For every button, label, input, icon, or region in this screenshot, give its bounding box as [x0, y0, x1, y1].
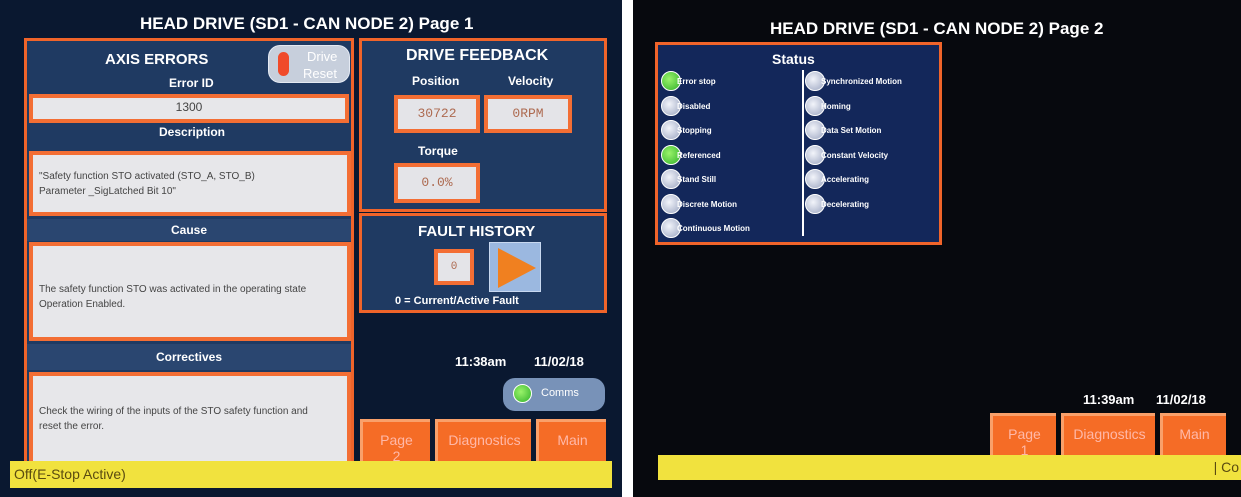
diagnostics-button[interactable]: Diagnostics [435, 419, 531, 461]
main-button[interactable]: Main [536, 419, 606, 461]
page-1-button[interactable]: Page 1 [990, 413, 1056, 458]
next-fault-button[interactable] [489, 242, 541, 292]
page-title: HEAD DRIVE (SD1 - CAN NODE 2) Page 2 [770, 19, 1104, 38]
page-label: Page [1008, 426, 1041, 442]
torque-value: 0.0% [394, 163, 480, 203]
axis-errors-title: AXIS ERRORS [105, 51, 209, 68]
cause-label: Cause [27, 219, 351, 241]
fault-history-title: FAULT HISTORY [418, 223, 536, 240]
reset-indicator-icon [278, 52, 289, 76]
correctives-label: Correctives [27, 344, 351, 370]
cause-field: The safety function STO was activated in… [29, 242, 351, 341]
clock-time: 11:39am [1083, 392, 1135, 407]
synchronized-motion-label: Synchronized Motion [821, 77, 902, 86]
clock-date: 11/02/18 [1156, 392, 1206, 407]
status-bar: | Co [658, 455, 1241, 480]
clock-time: 11:38am [455, 354, 507, 369]
status-divider [802, 70, 804, 236]
correctives-line-2: reset the error. [39, 421, 105, 432]
velocity-label: Velocity [508, 74, 554, 88]
disabled-label: Disabled [677, 101, 711, 111]
description-field: "Safety function STO activated (STO_A, S… [29, 151, 351, 216]
fault-index-value: 0 [434, 249, 474, 285]
homing-label: Homing [821, 101, 851, 111]
play-arrow-icon [498, 248, 536, 288]
page-label: Page [380, 432, 413, 448]
status-panel: Status Error stop Disabled Stopping Referen… [655, 42, 942, 245]
drive-reset-label-2: Reset [303, 66, 337, 81]
comms-label: Comms [541, 387, 579, 399]
hmi-screen-page-2: HEAD DRIVE (SD1 - CAN NODE 2) Page 2 Sta… [633, 0, 1241, 497]
status-title: Status [772, 51, 815, 67]
status-bar: Off(E-Stop Active) [10, 461, 612, 488]
referenced-label: Referenced [677, 150, 721, 160]
comms-status-led [513, 384, 532, 403]
fault-history-note: 0 = Current/Active Fault [395, 295, 519, 307]
discrete-motion-label: Discrete Motion [677, 199, 738, 209]
position-value: 30722 [394, 95, 480, 133]
correctives-line-1: Check the wiring of the inputs of the ST… [39, 406, 308, 417]
correctives-field: Check the wiring of the inputs of the ST… [29, 372, 351, 472]
description-line-2: Parameter _SigLatched Bit 10" [39, 186, 176, 197]
decelerating-label: Decelerating [821, 199, 870, 209]
axis-errors-panel: AXIS ERRORS Drive Reset Error ID 1300 De… [24, 38, 354, 472]
diagnostics-button[interactable]: Diagnostics [1061, 413, 1155, 455]
continuous-motion-label: Continuous Motion [677, 224, 750, 233]
stand-still-label: Stand Still [677, 175, 717, 184]
description-line-1: "Safety function STO activated (STO_A, S… [39, 171, 255, 182]
position-label: Position [412, 74, 460, 88]
stopping-label: Stopping [677, 126, 712, 135]
error-stop-label: Error stop [677, 77, 716, 86]
constant-velocity-label: Constant Velocity [821, 150, 889, 160]
hmi-screen-page-1: HEAD DRIVE (SD1 - CAN NODE 2) Page 1 AXI… [0, 0, 622, 497]
main-button[interactable]: Main [1160, 413, 1226, 455]
drive-reset-button[interactable]: Drive Reset [268, 45, 350, 83]
velocity-value: 0RPM [484, 95, 572, 133]
error-id-field: 1300 [29, 94, 349, 123]
cause-line-1: The safety function STO was activated in… [39, 284, 307, 295]
page-2-button[interactable]: Page 2 [360, 419, 430, 464]
accelerating-label: Accelerating [821, 175, 870, 184]
drive-feedback-panel: DRIVE FEEDBACK Position Velocity 30722 0… [359, 38, 607, 212]
drive-reset-label-1: Drive [307, 49, 338, 64]
error-id-label: Error ID [169, 76, 214, 90]
drive-feedback-title: DRIVE FEEDBACK [406, 47, 549, 64]
page-title: HEAD DRIVE (SD1 - CAN NODE 2) Page 1 [140, 14, 474, 33]
description-label: Description [159, 125, 226, 139]
cause-line-2: Operation Enabled. [39, 299, 126, 310]
torque-label: Torque [418, 144, 458, 158]
fault-history-panel: FAULT HISTORY 0 0 = Current/Active Fault [359, 213, 607, 313]
data-set-motion-label: Data Set Motion [821, 126, 882, 135]
clock-date: 11/02/18 [534, 354, 584, 369]
comms-button[interactable]: Comms [503, 378, 605, 411]
